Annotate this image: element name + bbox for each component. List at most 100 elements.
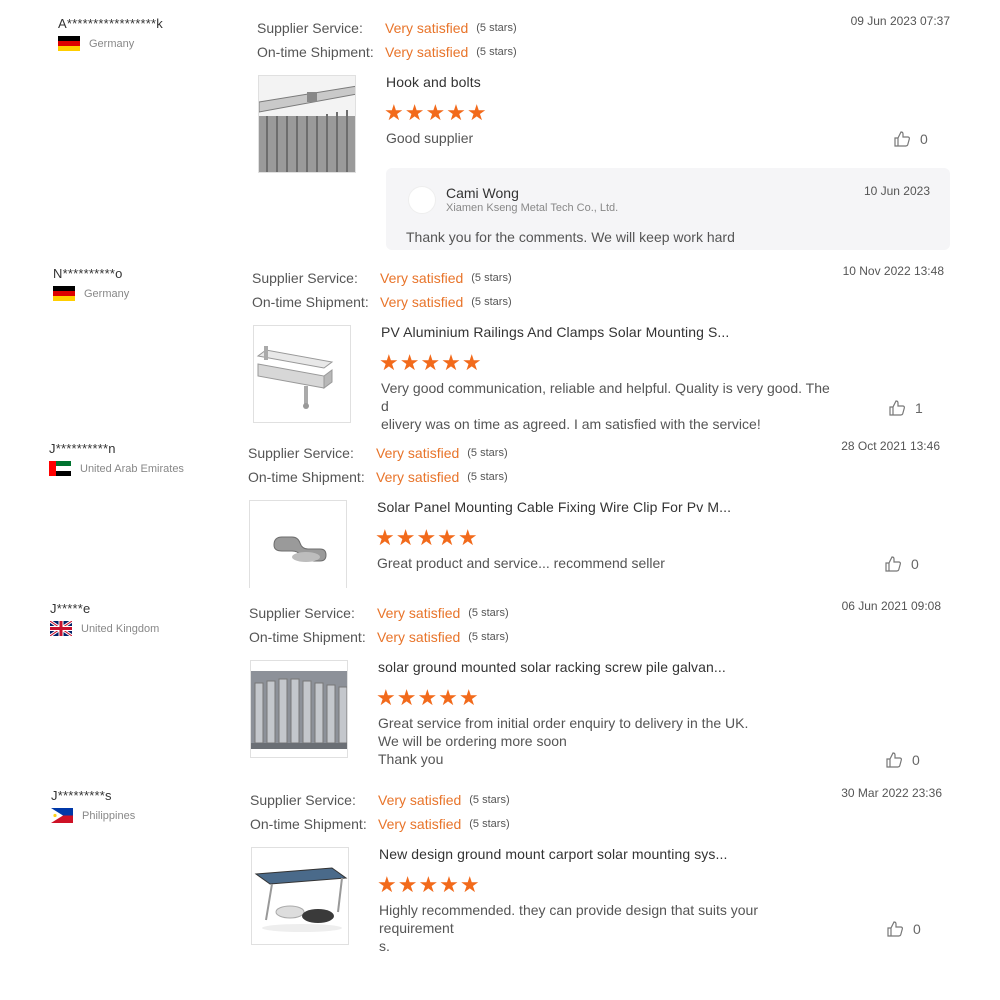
- buyer-country: Germany: [58, 36, 134, 51]
- supplier-service-stars: (5 stars): [469, 794, 510, 806]
- supplier-service-label: Supplier Service:: [249, 605, 355, 621]
- like-count: 0: [911, 556, 919, 572]
- buyer-country: United Arab Emirates: [49, 461, 184, 476]
- buyer-name: J*****e: [50, 601, 91, 616]
- review-comment: Great product and service... recommend s…: [377, 555, 665, 571]
- supplier-service-label: Supplier Service:: [257, 20, 363, 36]
- supplier-service-value: Very satisfied: [378, 792, 462, 808]
- thumbs-up-icon: [887, 921, 903, 937]
- like-button[interactable]: 0: [893, 130, 928, 148]
- supplier-ratings: Supplier Service: Very satisfied (5 stars)…: [249, 601, 509, 649]
- like-count: 1: [915, 400, 923, 416]
- supplier-ratings: Supplier Service: Very satisfied (5 stars)…: [248, 441, 508, 489]
- review-date: 09 Jun 2023 07:37: [850, 14, 950, 28]
- like-count: 0: [913, 921, 921, 937]
- thumbs-up-icon: [889, 400, 905, 416]
- like-count: 0: [920, 131, 928, 147]
- review-comment: Good supplier: [386, 130, 474, 146]
- ontime-shipment-value: Very satisfied: [385, 44, 469, 60]
- supplier-service-stars: (5 stars): [468, 607, 509, 619]
- product-thumbnail[interactable]: [258, 75, 356, 173]
- review-comment: Very good communication, reliable and he…: [381, 380, 830, 432]
- product-title[interactable]: solar ground mounted solar racking screw…: [378, 659, 726, 675]
- review-date: 06 Jun 2021 09:08: [841, 599, 941, 613]
- rating-stars: ★★★★★: [375, 525, 479, 550]
- like-button[interactable]: 1: [888, 399, 923, 417]
- reply-author-name: Cami Wong: [446, 185, 519, 201]
- ontime-shipment-stars: (5 stars): [476, 46, 517, 58]
- ontime-shipment-value: Very satisfied: [380, 294, 464, 310]
- ontime-shipment-value: Very satisfied: [377, 629, 461, 645]
- supplier-service-value: Very satisfied: [376, 445, 460, 461]
- review-comment: Highly recommended. they can provide des…: [379, 902, 758, 954]
- country-name: Germany: [84, 287, 130, 300]
- ontime-shipment-value: Very satisfied: [376, 469, 460, 485]
- product-thumbnail[interactable]: [251, 847, 349, 945]
- germany-flag-icon: [53, 286, 75, 301]
- reply-company: Xiamen Kseng Metal Tech Co., Ltd.: [446, 202, 619, 214]
- product-title[interactable]: Solar Panel Mounting Cable Fixing Wire C…: [377, 499, 731, 515]
- supplier-avatar: [408, 186, 436, 214]
- product-thumbnail[interactable]: [250, 660, 348, 758]
- rating-stars: ★★★★★: [379, 350, 483, 375]
- reply-text: Thank you for the comments. We will keep…: [406, 229, 735, 245]
- country-name: Philippines: [82, 809, 136, 822]
- ontime-shipment-label: On-time Shipment:: [250, 816, 367, 832]
- ontime-shipment-stars: (5 stars): [471, 296, 512, 308]
- rating-stars: ★★★★★: [384, 100, 488, 125]
- rating-stars: ★★★★★: [377, 872, 481, 897]
- ontime-shipment-stars: (5 stars): [469, 818, 510, 830]
- review-date: 10 Nov 2022 13:48: [842, 264, 944, 278]
- like-button[interactable]: 0: [886, 920, 921, 938]
- buyer-name: J**********n: [49, 441, 116, 456]
- like-button[interactable]: 0: [885, 751, 920, 769]
- ontime-shipment-label: On-time Shipment:: [248, 469, 365, 485]
- buyer-name: A*****************k: [58, 16, 163, 31]
- country-name: Germany: [89, 37, 135, 50]
- supplier-service-label: Supplier Service:: [252, 270, 358, 286]
- product-title[interactable]: New design ground mount carport solar mo…: [379, 846, 727, 862]
- product-thumbnail[interactable]: [253, 325, 351, 423]
- supplier-service-label: Supplier Service:: [250, 792, 356, 808]
- thumbs-up-icon: [885, 556, 901, 572]
- ontime-shipment-label: On-time Shipment:: [252, 294, 369, 310]
- product-title[interactable]: PV Aluminium Railings And Clamps Solar M…: [381, 324, 729, 340]
- buyer-country: Philippines: [51, 808, 135, 823]
- like-button[interactable]: 0: [884, 555, 919, 573]
- buyer-name: N**********o: [53, 266, 123, 281]
- supplier-service-value: Very satisfied: [377, 605, 461, 621]
- supplier-ratings: Supplier Service: Very satisfied (5 stars)…: [250, 788, 510, 836]
- review-date: 28 Oct 2021 13:46: [841, 439, 940, 453]
- review-comment: Great service from initial order enquiry…: [378, 715, 749, 767]
- supplier-ratings: Supplier Service: Very satisfied (5 stars)…: [257, 16, 517, 64]
- supplier-service-label: Supplier Service:: [248, 445, 354, 461]
- thumbs-up-icon: [894, 131, 910, 147]
- ontime-shipment-stars: (5 stars): [467, 471, 508, 483]
- supplier-ratings: Supplier Service: Very satisfied (5 stars)…: [252, 266, 512, 314]
- philippines-flag-icon: [51, 808, 73, 823]
- supplier-service-stars: (5 stars): [467, 447, 508, 459]
- ontime-shipment-label: On-time Shipment:: [257, 44, 374, 60]
- country-name: United Arab Emirates: [80, 462, 184, 475]
- supplier-service-stars: (5 stars): [476, 22, 517, 34]
- like-count: 0: [912, 752, 920, 768]
- buyer-country: United Kingdom: [50, 621, 159, 636]
- ontime-shipment-stars: (5 stars): [468, 631, 509, 643]
- ontime-shipment-value: Very satisfied: [378, 816, 462, 832]
- reply-date: 10 Jun 2023: [863, 184, 930, 198]
- product-thumbnail[interactable]: [249, 500, 347, 588]
- uae-flag-icon: [49, 461, 71, 476]
- country-name: United Kingdom: [81, 622, 160, 635]
- product-title[interactable]: Hook and bolts: [386, 74, 481, 90]
- supplier-service-value: Very satisfied: [385, 20, 469, 36]
- supplier-reply: Cami Wong Xiamen Kseng Metal Tech Co., L…: [386, 168, 950, 250]
- review-date: 30 Mar 2022 23:36: [841, 786, 942, 800]
- buyer-country: Germany: [53, 286, 129, 301]
- rating-stars: ★★★★★: [376, 685, 480, 710]
- ontime-shipment-label: On-time Shipment:: [249, 629, 366, 645]
- thumbs-up-icon: [886, 752, 902, 768]
- supplier-service-stars: (5 stars): [471, 272, 512, 284]
- germany-flag-icon: [58, 36, 80, 51]
- supplier-service-value: Very satisfied: [380, 270, 464, 286]
- buyer-name: J*********s: [51, 788, 112, 803]
